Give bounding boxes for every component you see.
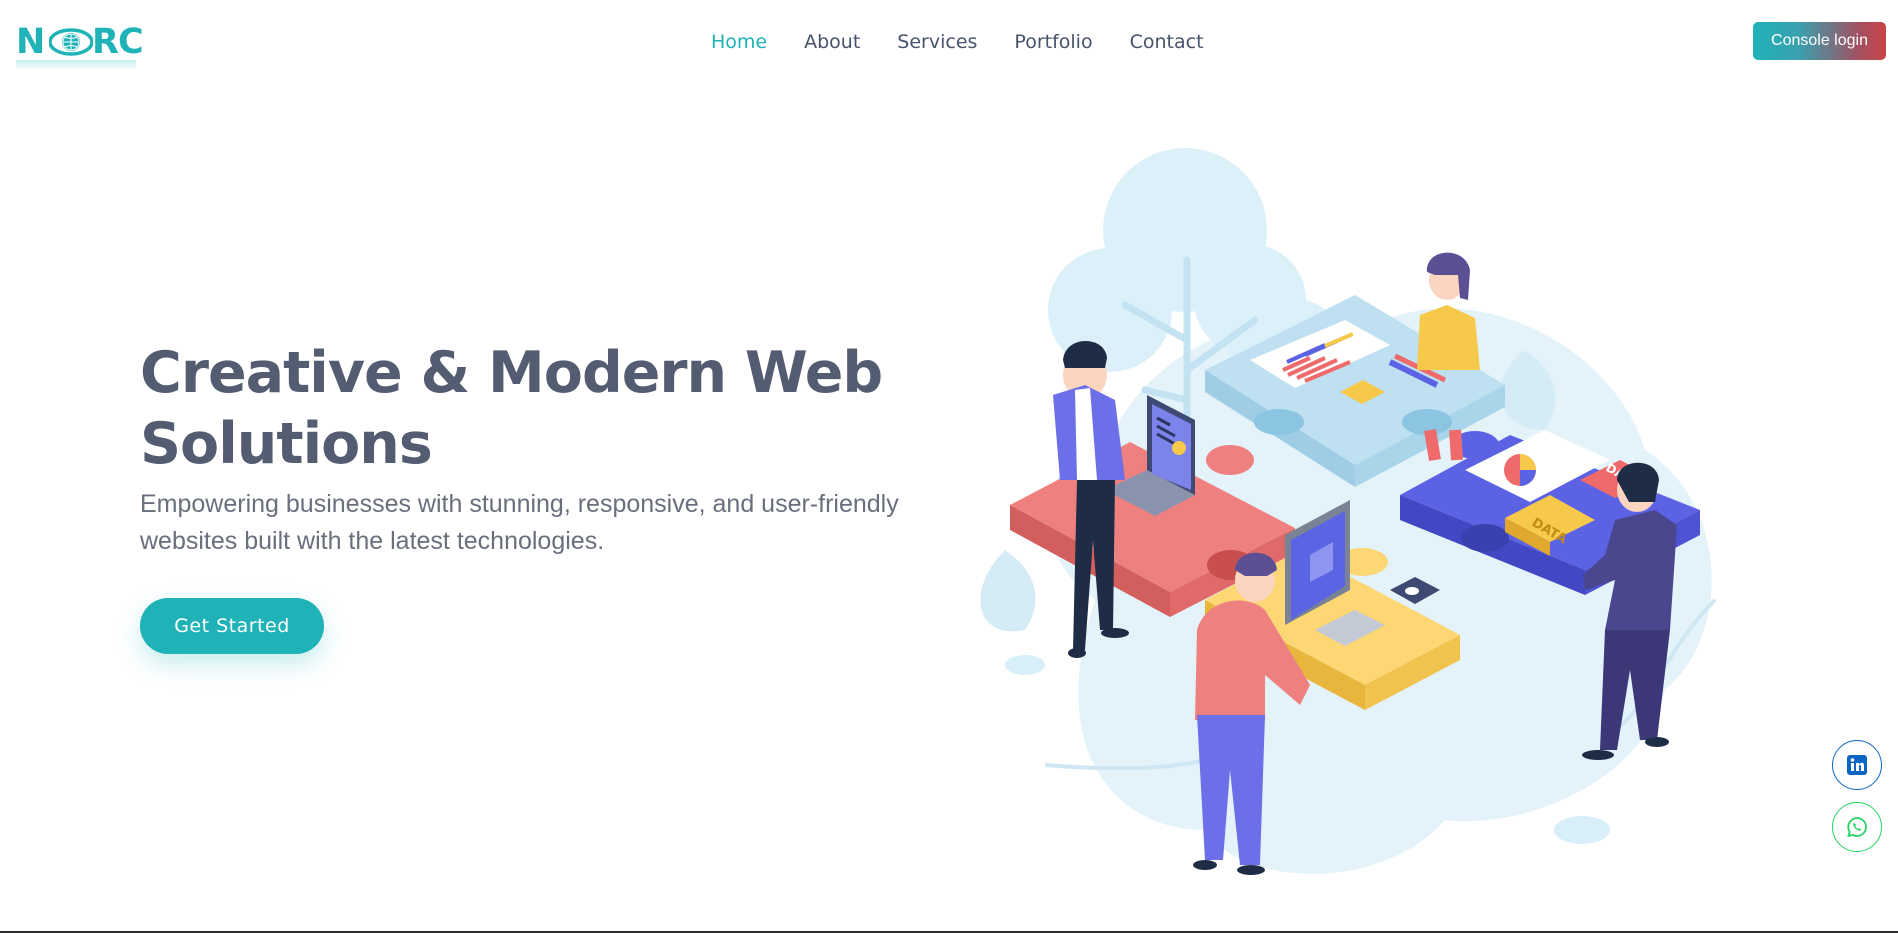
logo[interactable]: N RC bbox=[16, 20, 144, 70]
get-started-button[interactable]: Get Started bbox=[140, 598, 324, 654]
linkedin-icon bbox=[1847, 755, 1867, 775]
logo-reflection bbox=[16, 60, 136, 70]
site-header: N RC Home About Services Portfolio Contac… bbox=[0, 0, 1898, 84]
hero-title: Creative & Modern Web Solutions bbox=[140, 340, 883, 477]
nav-contact[interactable]: Contact bbox=[1130, 28, 1204, 56]
nav-home[interactable]: Home bbox=[711, 28, 767, 56]
main-nav: Home About Services Portfolio Contact bbox=[711, 28, 1241, 56]
nav-services[interactable]: Services bbox=[897, 28, 977, 56]
whatsapp-button[interactable] bbox=[1832, 802, 1882, 852]
nav-about[interactable]: About bbox=[804, 28, 860, 56]
eye-globe-icon bbox=[49, 28, 93, 56]
linkedin-button[interactable] bbox=[1832, 740, 1882, 790]
console-login-button[interactable]: Console login bbox=[1753, 22, 1886, 60]
teamwork-puzzle-illustration: DATA DATA bbox=[980, 148, 1717, 875]
whatsapp-icon bbox=[1847, 817, 1867, 838]
hero-subtitle: Empowering businesses with stunning, res… bbox=[140, 490, 899, 555]
nav-portfolio[interactable]: Portfolio bbox=[1014, 28, 1092, 56]
